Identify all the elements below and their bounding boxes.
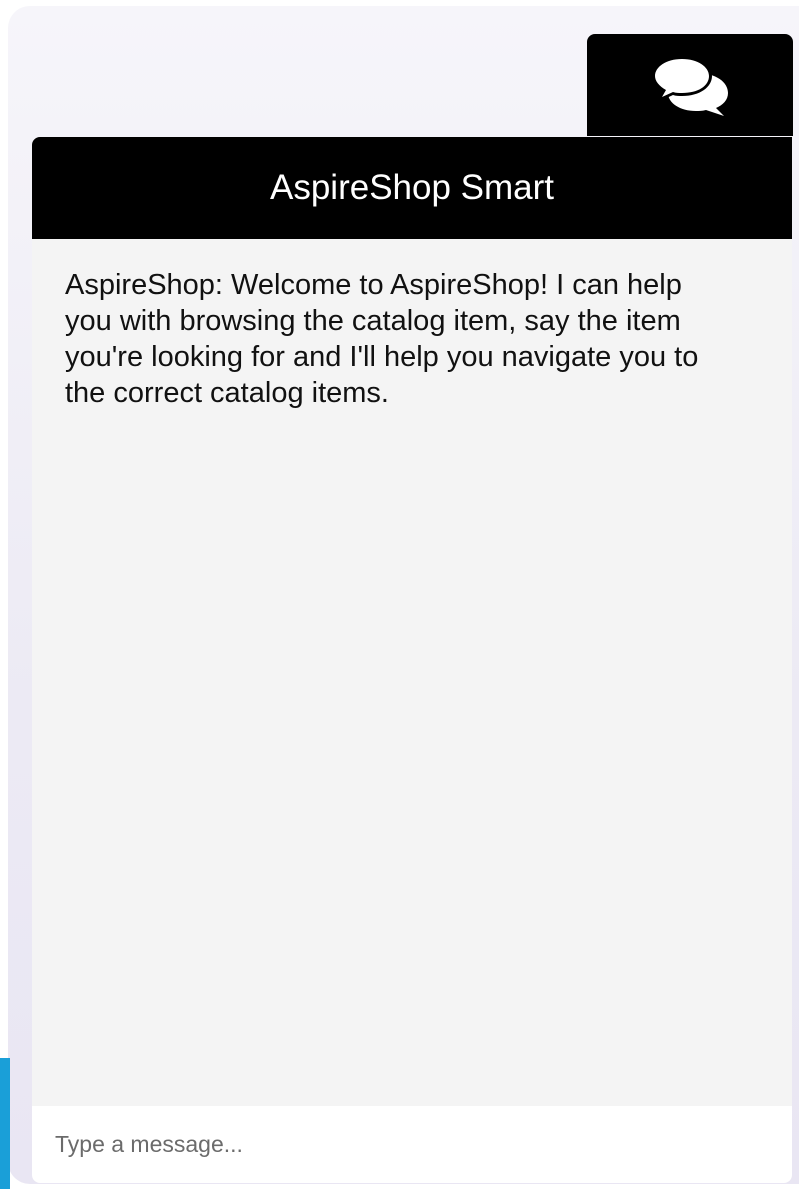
chat-bubbles-icon <box>650 53 730 117</box>
chat-messages: AspireShop: Welcome to AspireShop! I can… <box>32 239 792 1104</box>
message-input[interactable] <box>32 1106 792 1183</box>
page-frame: AspireShop Smart AspireShop: Welcome to … <box>0 0 799 1189</box>
chat-panel: AspireShop Smart AspireShop: Welcome to … <box>32 137 792 1183</box>
bot-message: AspireShop: Welcome to AspireShop! I can… <box>65 269 699 409</box>
chat-toggle-button[interactable] <box>587 34 793 136</box>
left-accent-bar <box>0 1058 10 1189</box>
chat-header: AspireShop Smart <box>32 137 792 239</box>
chat-title: AspireShop Smart <box>269 168 555 207</box>
